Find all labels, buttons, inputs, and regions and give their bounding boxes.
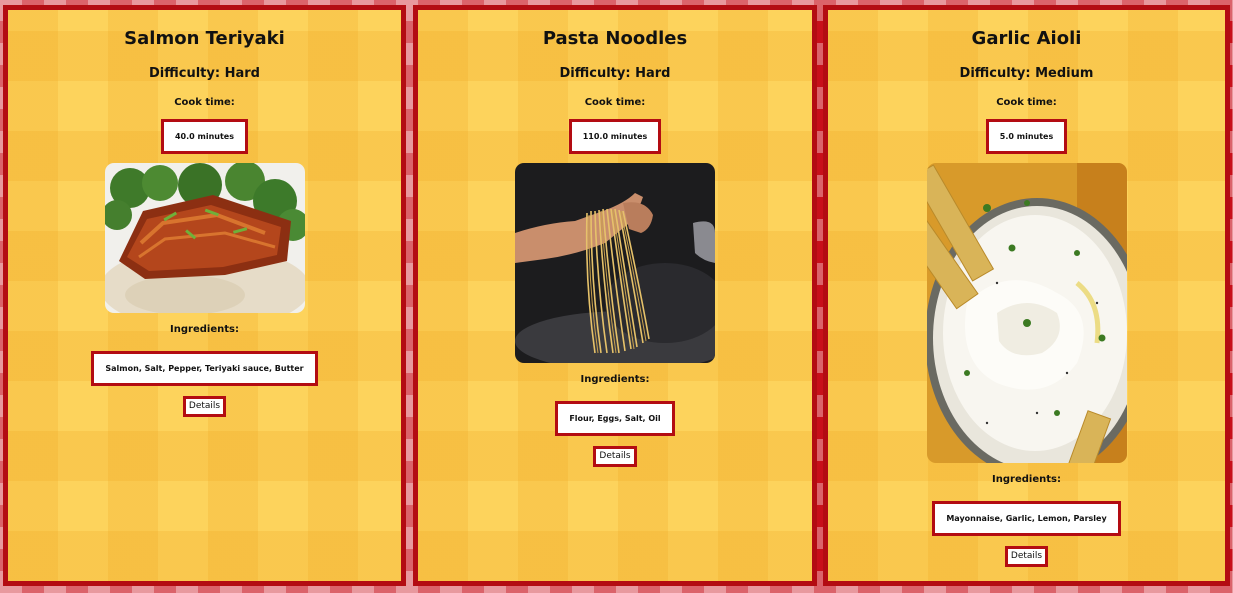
recipe-image-pasta — [515, 163, 715, 363]
recipe-title: Pasta Noodles — [542, 28, 688, 49]
cook-time-label: Cook time: — [584, 97, 646, 108]
recipe-card-pasta-noodles: Pasta Noodles Difficulty: Hard Cook time… — [413, 5, 817, 586]
recipe-difficulty: Difficulty: Medium — [959, 66, 1094, 81]
recipe-card-salmon-teriyaki: Salmon Teriyaki Difficulty: Hard Cook ti… — [3, 5, 406, 586]
ingredients-value: Salmon, Salt, Pepper, Teriyaki sauce, Bu… — [91, 351, 318, 386]
cook-time-label: Cook time: — [996, 97, 1057, 108]
ingredients-value: Mayonnaise, Garlic, Lemon, Parsley — [932, 501, 1121, 536]
ingredients-label: Ingredients: — [170, 324, 239, 335]
cook-time-value: 5.0 minutes — [985, 119, 1068, 154]
recipe-difficulty: Difficulty: Hard — [149, 66, 260, 81]
recipe-title: Garlic Aioli — [971, 28, 1082, 49]
cook-time-value: 110.0 minutes — [568, 119, 662, 154]
recipe-image-salmon — [104, 163, 305, 313]
recipe-difficulty: Difficulty: Hard — [559, 66, 671, 81]
details-button[interactable]: Details — [1004, 546, 1049, 567]
details-button[interactable]: Details — [182, 396, 227, 417]
recipe-image-aioli — [926, 163, 1127, 463]
recipe-card-garlic-aioli: Garlic Aioli Difficulty: Medium Cook tim… — [823, 5, 1230, 586]
ingredients-label: Ingredients: — [992, 474, 1061, 485]
ingredients-label: Ingredients: — [580, 374, 650, 385]
cook-time-label: Cook time: — [174, 97, 235, 108]
details-button[interactable]: Details — [593, 446, 637, 467]
cook-time-value: 40.0 minutes — [160, 119, 248, 154]
ingredients-value: Flour, Eggs, Salt, Oil — [555, 401, 675, 436]
recipe-title: Salmon Teriyaki — [124, 28, 285, 49]
